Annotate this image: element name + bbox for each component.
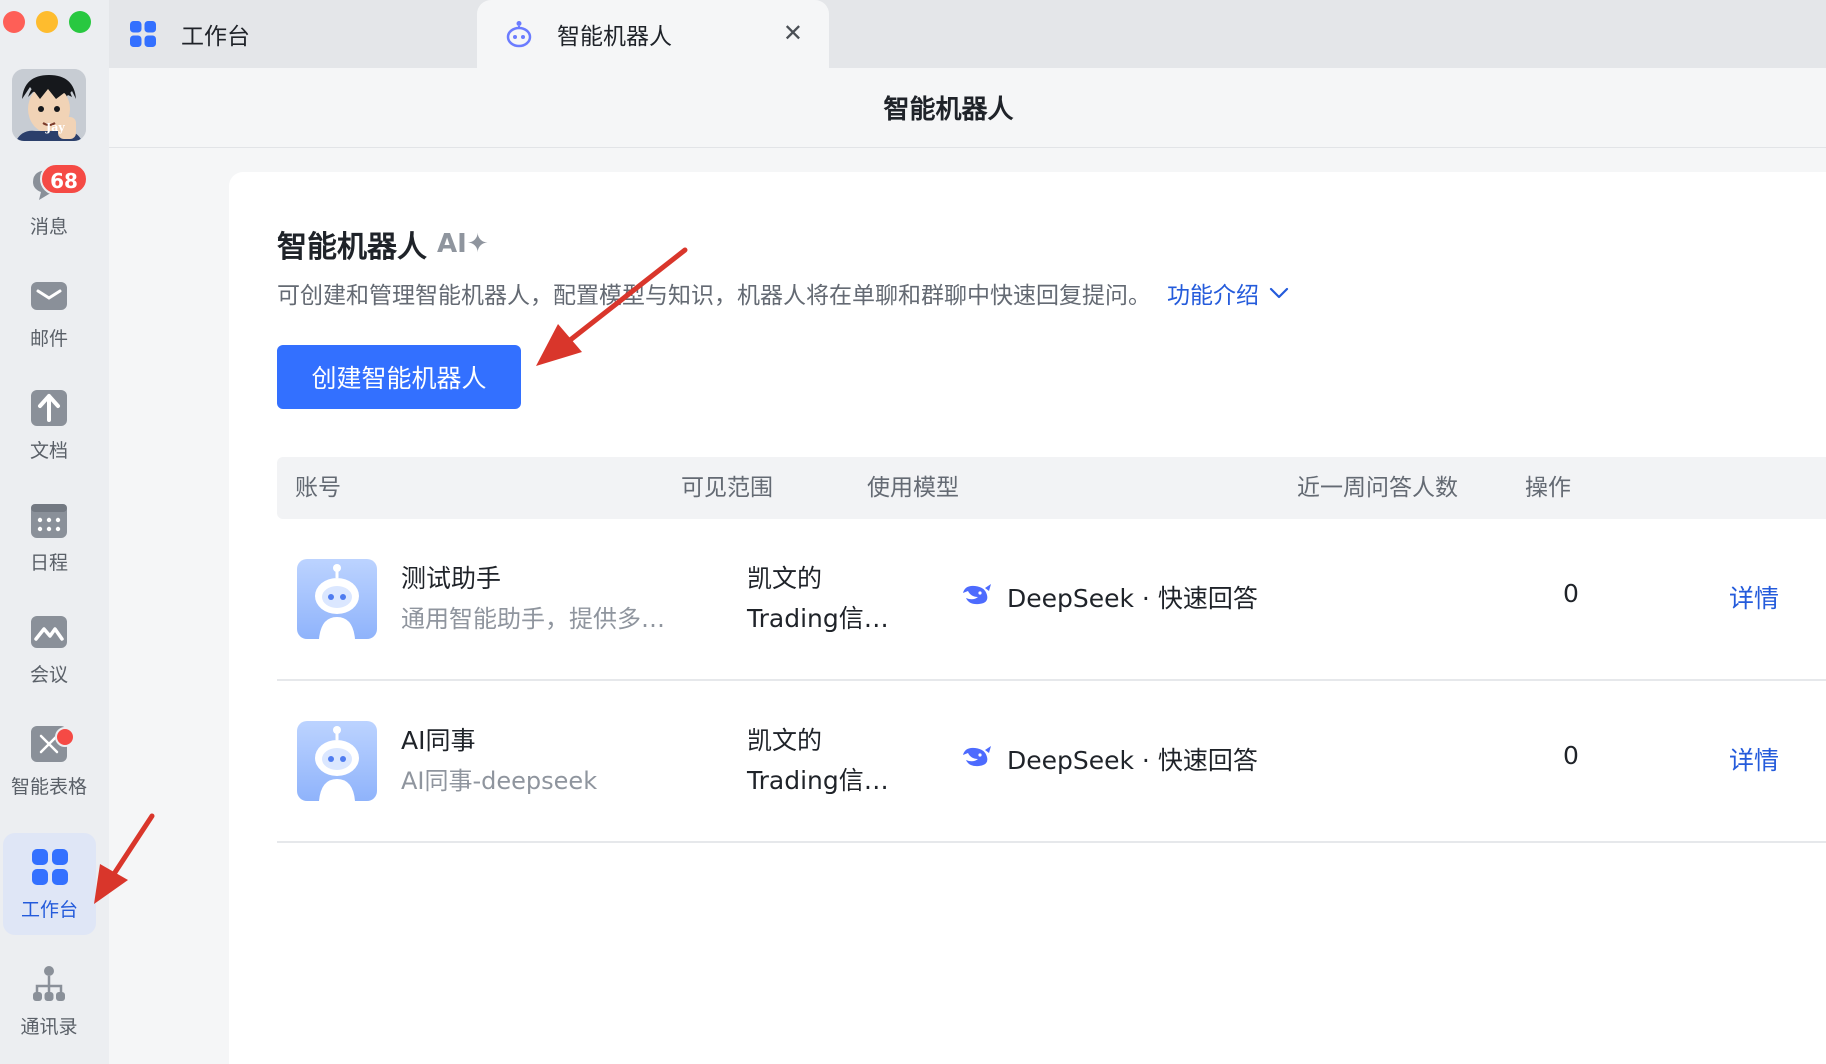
sidebar-item-label: 通讯录: [20, 1015, 78, 1038]
model-name: DeepSeek · 快速回答: [1007, 584, 1258, 613]
close-icon[interactable]: ✕: [783, 19, 803, 47]
tab-label: 智能机器人: [557, 24, 672, 50]
grid-icon: [30, 847, 70, 887]
sidebar-item-workbench[interactable]: 工作台: [3, 833, 96, 935]
column-header-action: 操作: [1525, 475, 1571, 501]
section-title: 智能机器人: [277, 230, 427, 265]
feature-intro-link[interactable]: 功能介绍: [1167, 276, 1289, 310]
table-row[interactable]: 测试助手 通用智能助手，提供多… 凯文的 Trading信… DeepSeek …: [277, 519, 1826, 681]
sidebar-item-label: 消息: [29, 215, 68, 238]
visible-scope: 凯文的: [747, 564, 823, 593]
sidebar-item-calendar[interactable]: 日程: [0, 486, 98, 588]
document-icon: [29, 388, 69, 428]
model-cell: DeepSeek · 快速回答: [961, 741, 1258, 777]
visible-scope-group: Trading信…: [747, 766, 889, 795]
unread-badge: 68: [40, 163, 88, 195]
sidebar-item-label: 文档: [29, 439, 68, 462]
feature-intro-label: 功能介绍: [1167, 283, 1259, 309]
user-avatar[interactable]: Jay: [12, 69, 86, 141]
robot-description: AI同事-deepseek: [401, 767, 598, 795]
main-content-card: 智能机器人 AI✦ 可创建和管理智能机器人，配置模型与知识，机器人将在单聊和群聊…: [229, 172, 1826, 1064]
weekly-users-count: 0: [1563, 579, 1579, 608]
column-header-weekly-users: 近一周问答人数: [1297, 475, 1458, 501]
sidebar-item-label: 会议: [29, 663, 68, 686]
visible-scope: 凯文的: [747, 726, 823, 755]
section-heading: 智能机器人 AI✦: [277, 222, 489, 266]
sidebar-item-label: 日程: [29, 551, 68, 574]
column-header-scope: 可见范围: [681, 475, 773, 501]
org-chart-icon: [29, 964, 69, 1004]
calendar-icon: [29, 500, 69, 540]
tab-smart-robot[interactable]: 智能机器人 ✕: [477, 0, 829, 68]
robot-name: 测试助手: [401, 564, 502, 593]
minimize-window-button[interactable]: [36, 11, 58, 33]
deepseek-whale-icon: [961, 743, 993, 775]
page-title: 智能机器人: [883, 95, 1014, 125]
chevron-down-icon: [1269, 280, 1289, 306]
page-header: 智能机器人: [109, 68, 1826, 148]
model-cell: DeepSeek · 快速回答: [961, 579, 1258, 615]
ai-tag: AI✦: [437, 229, 489, 259]
mail-icon: [29, 276, 69, 316]
window-controls: [3, 11, 91, 33]
section-description: 可创建和管理智能机器人，配置模型与知识，机器人将在单聊和群聊中快速回复提问。 功…: [277, 276, 1289, 310]
tab-bar: 工作台 智能机器人 ✕: [109, 0, 1826, 68]
tab-label: 工作台: [181, 24, 250, 50]
sidebar-item-smart-sheet[interactable]: 智能表格: [0, 710, 98, 812]
sidebar-item-contacts[interactable]: 通讯录: [0, 950, 98, 1052]
weekly-users-count: 0: [1563, 741, 1579, 770]
deepseek-whale-icon: [961, 581, 993, 613]
grid-icon: [129, 20, 157, 48]
detail-link[interactable]: 详情: [1729, 579, 1779, 615]
left-sidebar: Jay 消息 68 邮件 文档 日程 会议 智能表格 工作台 通讯录: [0, 0, 109, 1064]
sidebar-item-docs[interactable]: 文档: [0, 374, 98, 476]
model-name: DeepSeek · 快速回答: [1007, 746, 1258, 775]
sidebar-item-label: 智能表格: [10, 775, 87, 798]
avatar-text: Jay: [46, 121, 65, 134]
robot-description: 通用智能助手，提供多…: [401, 605, 665, 633]
maximize-window-button[interactable]: [69, 11, 91, 33]
detail-link[interactable]: 详情: [1729, 741, 1779, 777]
table-row[interactable]: AI同事 AI同事-deepseek 凯文的 Trading信… DeepSee…: [277, 681, 1826, 843]
create-robot-button[interactable]: 创建智能机器人: [277, 345, 521, 409]
robot-avatar-icon: [297, 721, 377, 801]
table-header: 账号 可见范围 使用模型 近一周问答人数 操作: [277, 457, 1826, 519]
close-window-button[interactable]: [3, 11, 25, 33]
sidebar-item-label: 邮件: [29, 327, 68, 350]
notification-dot: [55, 727, 75, 747]
sidebar-item-label: 工作台: [20, 898, 78, 921]
robot-name: AI同事: [401, 726, 476, 755]
tab-workbench[interactable]: 工作台: [129, 0, 250, 68]
column-header-model: 使用模型: [867, 475, 959, 501]
visible-scope-group: Trading信…: [747, 604, 889, 633]
column-header-account: 账号: [295, 475, 341, 501]
description-text: 可创建和管理智能机器人，配置模型与知识，机器人将在单聊和群聊中快速回复提问。: [277, 283, 1151, 309]
robot-icon: [505, 20, 533, 48]
sidebar-item-mail[interactable]: 邮件: [0, 262, 98, 364]
sidebar-item-meetings[interactable]: 会议: [0, 598, 98, 700]
robot-avatar-icon: [297, 559, 377, 639]
meeting-icon: [29, 612, 69, 652]
